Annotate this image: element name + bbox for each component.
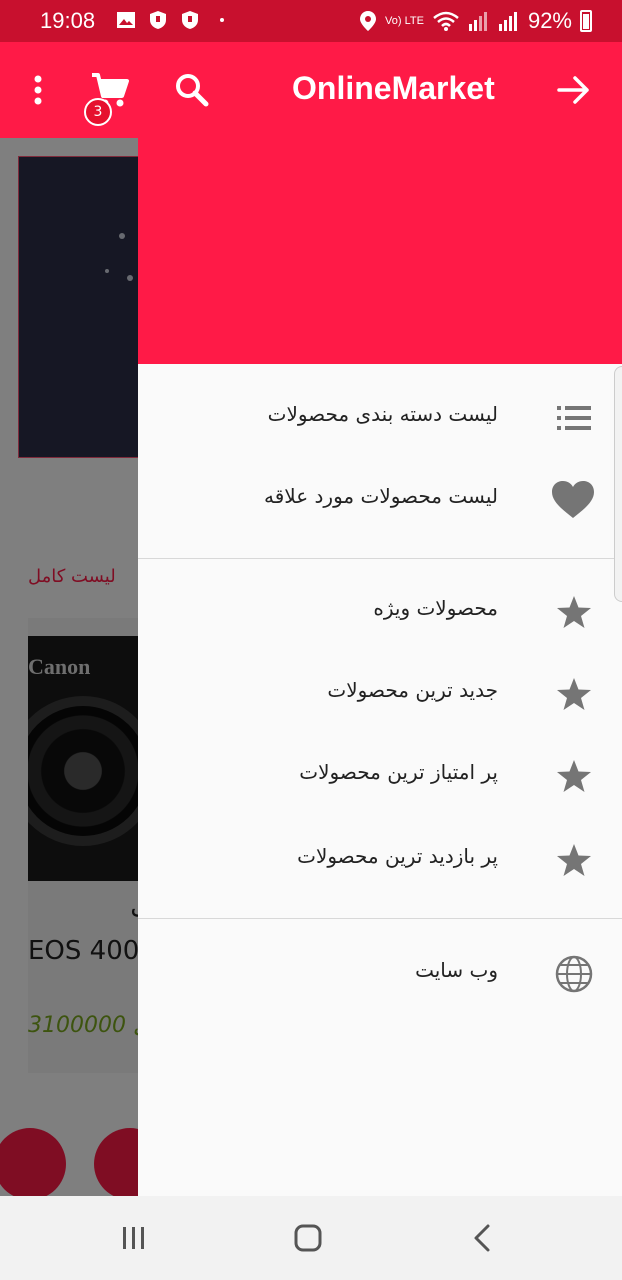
drawer-header: [138, 138, 622, 364]
drawer-item-label: لیست دسته بندی محصولات: [267, 402, 498, 426]
volte-label: Vo) LTE: [385, 14, 424, 27]
drawer-item-label: لیست محصولات مورد علاقه: [264, 484, 498, 508]
signal-icon: [498, 12, 517, 31]
location-icon: [360, 11, 377, 31]
drawer-item-categories[interactable]: لیست دسته بندی محصولات: [138, 378, 622, 460]
drawer-item-website[interactable]: وب سایت: [138, 934, 622, 1016]
drawer-item-label: وب سایت: [415, 958, 498, 982]
heart-icon: [550, 480, 596, 520]
drawer-item-label: پر بازدید ترین محصولات: [297, 844, 498, 868]
gallery-icon: [117, 12, 135, 28]
arrow-forward-icon: [557, 76, 589, 104]
drawer-item-label: محصولات ویژه: [373, 596, 498, 620]
wifi-icon: [433, 11, 459, 31]
back-nav-button[interactable]: [460, 1216, 504, 1260]
home-button[interactable]: [286, 1216, 330, 1260]
status-time: 19:08: [40, 8, 96, 33]
battery-percent: 92%: [527, 8, 572, 33]
shield-icon: [150, 11, 166, 29]
drawer-item-top-rated[interactable]: پر امتیاز ترین محصولات: [138, 736, 622, 818]
chevron-left-icon: [474, 1224, 490, 1252]
system-nav-bar: [0, 1196, 622, 1280]
star-icon: [554, 756, 594, 796]
dot-icon: [220, 18, 224, 22]
status-notification-icons: [116, 10, 232, 30]
recents-button[interactable]: [112, 1216, 156, 1260]
edge-scroll-handle[interactable]: [614, 366, 622, 602]
status-bar: 19:08 Vo) LTE 92%: [0, 0, 622, 42]
list-icon: [554, 398, 594, 438]
shield-icon: [182, 11, 198, 29]
battery-icon: [580, 10, 592, 32]
more-vert-icon: [34, 75, 42, 105]
navigation-drawer: لیست دسته بندی محصولات لیست محصولات مورد…: [138, 138, 622, 1196]
drawer-item-newest[interactable]: جدید ترین محصولات: [138, 654, 622, 736]
drawer-item-favorites[interactable]: لیست محصولات مورد علاقه: [138, 460, 622, 542]
drawer-item-label: جدید ترین محصولات: [327, 678, 498, 702]
star-icon: [554, 592, 594, 632]
app-title: OnlineMarket: [292, 70, 495, 106]
star-icon: [554, 674, 594, 714]
cart-count-badge: 3: [84, 98, 112, 126]
home-icon: [294, 1224, 322, 1252]
back-button[interactable]: [550, 66, 598, 114]
more-menu-button[interactable]: [14, 66, 62, 114]
status-system-icons: Vo) LTE 92%: [359, 8, 592, 34]
drawer-divider: [138, 558, 622, 559]
recents-icon: [123, 1227, 144, 1249]
globe-icon: [554, 954, 594, 994]
search-button[interactable]: [168, 66, 216, 114]
search-icon: [176, 74, 209, 107]
drawer-item-label: پر امتیاز ترین محصولات: [299, 760, 498, 784]
drawer-item-most-viewed[interactable]: پر بازدید ترین محصولات: [138, 820, 622, 902]
drawer-divider: [138, 918, 622, 919]
app-bar: 3 OnlineMarket: [0, 42, 622, 138]
star-icon: [554, 840, 594, 880]
signal-icon: [468, 12, 487, 31]
drawer-item-special[interactable]: محصولات ویژه: [138, 572, 622, 654]
